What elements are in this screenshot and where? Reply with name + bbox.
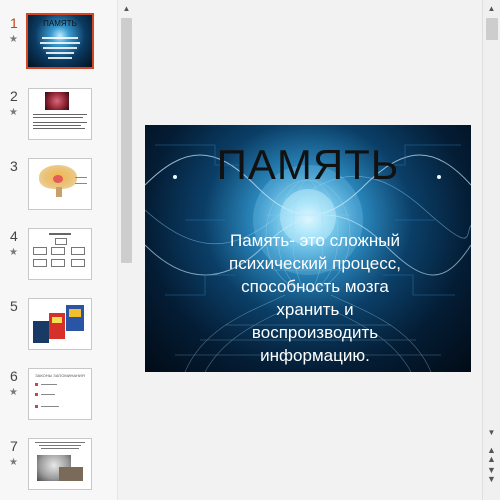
star-icon: ★ — [9, 457, 18, 468]
slide-thumbnail-pane: 1 ★ ПАМЯТЬ 2 ★ 3 4 ★ 5 6 ★ ЗАКОНЫ ЗАПОМИ… — [0, 0, 117, 500]
slide-thumbnail-3[interactable] — [28, 158, 92, 210]
scrollbar-thumb[interactable] — [486, 18, 498, 40]
slide-thumbnail-7[interactable] — [28, 438, 92, 490]
star-icon: ★ — [9, 107, 18, 118]
slide-thumbnail-2[interactable] — [28, 88, 92, 140]
thumbnail-row-2[interactable]: 2 ★ — [0, 88, 117, 148]
slide-body-text[interactable]: Память- это сложный психический процесс,… — [215, 229, 415, 367]
thumbnail-title: ПАМЯТЬ — [43, 19, 77, 28]
thumbnail-row-6[interactable]: 6 ★ ЗАКОНЫ ЗАПОМИНАНИЯ — [0, 368, 117, 428]
slide-number: 3 — [10, 158, 18, 174]
star-icon: ★ — [9, 247, 18, 258]
thumbnail-row-3[interactable]: 3 — [0, 158, 117, 218]
thumbnail-row-5[interactable]: 5 — [0, 298, 117, 358]
slide-thumbnail-5[interactable] — [28, 298, 92, 350]
thumbnail-scrollbar[interactable]: ▲ — [117, 0, 136, 500]
slide-scrollbar[interactable]: ▲ ▼ ▲ ▲ ▼ ▼ — [482, 0, 500, 500]
slide-canvas: ПАМЯТЬ Память- это сложный психический п… — [135, 0, 482, 500]
slide-thumbnail-1[interactable]: ПАМЯТЬ — [26, 13, 94, 69]
slide-thumbnail-4[interactable] — [28, 228, 92, 280]
previous-slide-icon[interactable]: ▲ ▲ — [483, 446, 500, 464]
thumbnail-row-7[interactable]: 7 ★ — [0, 438, 117, 498]
slide-thumbnail-6[interactable]: ЗАКОНЫ ЗАПОМИНАНИЯ — [28, 368, 92, 420]
current-slide[interactable]: ПАМЯТЬ Память- это сложный психический п… — [145, 125, 471, 372]
slide-number: 7 — [10, 438, 18, 454]
next-slide-icon[interactable]: ▼ ▼ — [483, 466, 500, 484]
scrollbar-thumb[interactable] — [121, 18, 132, 263]
slide-title[interactable]: ПАМЯТЬ — [145, 141, 471, 189]
slide-number: 6 — [10, 368, 18, 384]
thumbnail-row-4[interactable]: 4 ★ — [0, 228, 117, 288]
scroll-down-arrow-icon[interactable]: ▼ — [483, 424, 500, 441]
scroll-up-arrow-icon[interactable]: ▲ — [118, 0, 135, 17]
scroll-up-arrow-icon[interactable]: ▲ — [483, 0, 500, 17]
slide-number: 2 — [10, 88, 18, 104]
slide-number: 5 — [10, 298, 18, 314]
star-icon: ★ — [9, 387, 18, 398]
star-icon: ★ — [9, 34, 18, 45]
thumbnail-row-1[interactable]: 1 ★ ПАМЯТЬ — [0, 13, 117, 75]
slide-number: 4 — [10, 228, 18, 244]
slide-number: 1 — [10, 15, 18, 31]
thumbnail-heading: ЗАКОНЫ ЗАПОМИНАНИЯ — [35, 373, 85, 378]
